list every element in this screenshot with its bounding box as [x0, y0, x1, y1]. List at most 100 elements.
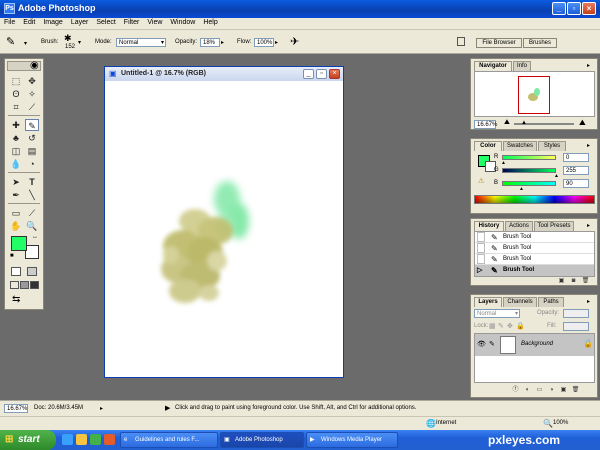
- add-mask-icon[interactable]: ◐: [523, 387, 532, 394]
- b-slider-thumb[interactable]: ▲: [519, 186, 524, 192]
- delete-layer-icon[interactable]: 🗑: [571, 387, 580, 394]
- history-item[interactable]: ✎ Brush Tool: [475, 232, 594, 243]
- jump-to-imageready-icon[interactable]: ⇆: [12, 294, 20, 305]
- history-tab[interactable]: History: [474, 221, 504, 231]
- eye-visibility-icon[interactable]: 👁: [477, 340, 486, 348]
- zoom-in-icon[interactable]: ⛰: [579, 118, 586, 128]
- type-tool-icon[interactable]: T: [25, 176, 39, 188]
- flow-field[interactable]: 100%: [254, 38, 274, 47]
- blend-mode-dropdown[interactable]: Normal ▾: [474, 309, 520, 318]
- eyedropper-tool-icon[interactable]: ⟋: [25, 207, 39, 219]
- r-field[interactable]: 0: [563, 153, 589, 162]
- document-title-bar[interactable]: ▣ Untitled-1 @ 16.7% (RGB) _ ▫ ×: [105, 67, 343, 81]
- marquee-tool-icon[interactable]: ⬚: [9, 75, 23, 87]
- menu-window[interactable]: Window: [166, 18, 199, 26]
- color-tab[interactable]: Color: [474, 141, 502, 151]
- move-tool-icon[interactable]: ✥: [25, 75, 39, 87]
- lock-pixels-icon[interactable]: ✎: [498, 322, 504, 330]
- r-slider[interactable]: [502, 155, 556, 160]
- quick-mask-mode-icon[interactable]: [27, 267, 37, 276]
- line-tool-icon[interactable]: ╲: [25, 189, 39, 201]
- add-layer-style-icon[interactable]: ⓕ: [511, 387, 520, 394]
- actions-tab[interactable]: Actions: [505, 221, 533, 231]
- panel-menu-icon[interactable]: ▸: [587, 142, 590, 149]
- maximize-button[interactable]: ▫: [567, 2, 581, 15]
- lock-all-icon[interactable]: 🔒: [516, 322, 525, 330]
- brushes-tab[interactable]: Brushes: [523, 38, 557, 48]
- history-item[interactable]: ✎ Brush Tool: [475, 254, 594, 265]
- menu-edit[interactable]: Edit: [19, 18, 39, 26]
- menu-help[interactable]: Help: [199, 18, 221, 26]
- path-selection-tool-icon[interactable]: ➤: [9, 176, 23, 188]
- zoom-slider-thumb[interactable]: ▲: [521, 120, 527, 126]
- zoom-tool-icon[interactable]: 🔍: [25, 220, 39, 232]
- menu-select[interactable]: Select: [92, 18, 119, 26]
- menu-layer[interactable]: Layer: [67, 18, 93, 26]
- menu-view[interactable]: View: [143, 18, 166, 26]
- menu-file[interactable]: File: [0, 18, 19, 26]
- background-color-swatch[interactable]: [25, 245, 39, 259]
- r-slider-thumb[interactable]: ▲: [501, 160, 506, 166]
- zoom-out-icon[interactable]: ⛰: [504, 119, 510, 127]
- eraser-tool-icon[interactable]: ◫: [9, 145, 23, 157]
- foreground-color-swatch[interactable]: [11, 236, 27, 251]
- status-zoom-field[interactable]: 16.67%: [4, 404, 28, 413]
- flow-arrow-icon[interactable]: ▸: [275, 39, 278, 46]
- toolbox-header[interactable]: ◉: [7, 60, 41, 71]
- browser-zoom-icon[interactable]: 🔍: [543, 419, 553, 428]
- lock-position-icon[interactable]: ✥: [507, 322, 513, 330]
- taskbar-item-photoshop[interactable]: ▣ Adobe Photoshop: [220, 432, 304, 448]
- lock-transparency-icon[interactable]: ▦: [489, 322, 496, 330]
- standard-screen-mode-icon[interactable]: [10, 281, 19, 289]
- new-layer-icon[interactable]: ▣: [559, 387, 568, 394]
- blur-tool-icon[interactable]: 💧: [9, 158, 23, 170]
- magic-wand-tool-icon[interactable]: ✧: [25, 88, 39, 100]
- default-colors-icon[interactable]: ■: [10, 253, 14, 259]
- history-item-current[interactable]: ▷ ✎ Brush Tool: [475, 265, 594, 276]
- panel-menu-icon[interactable]: ▸: [587, 222, 590, 229]
- delete-state-icon[interactable]: 🗑: [581, 278, 590, 285]
- document-close-button[interactable]: ×: [329, 69, 340, 79]
- b-field[interactable]: 90: [563, 179, 589, 188]
- gamut-warning-icon[interactable]: ⚠: [478, 177, 484, 185]
- status-menu-arrow-icon[interactable]: ▸: [100, 405, 103, 412]
- full-screen-menu-mode-icon[interactable]: [20, 281, 29, 289]
- browser-zoom-label[interactable]: 100%: [553, 420, 568, 426]
- gradient-tool-icon[interactable]: ▤: [25, 145, 39, 157]
- history-source-box[interactable]: [477, 243, 485, 253]
- new-snapshot-icon[interactable]: ◙: [569, 278, 578, 285]
- dodge-tool-icon[interactable]: ◔: [25, 158, 39, 170]
- taskbar-item-guidelines[interactable]: e Guidelines and rules F...: [120, 432, 218, 448]
- menu-filter[interactable]: Filter: [120, 18, 144, 26]
- app-quicklaunch-icon[interactable]: [104, 434, 115, 445]
- layers-tab[interactable]: Layers: [474, 297, 502, 307]
- history-source-box[interactable]: [477, 232, 485, 242]
- adobe-online-icon[interactable]: ◉: [30, 60, 39, 71]
- navigator-view-box[interactable]: [518, 76, 550, 114]
- close-button[interactable]: ×: [582, 2, 596, 15]
- layer-row[interactable]: 👁 ✎ Background 🔒: [475, 334, 594, 356]
- panel-menu-icon[interactable]: ▸: [587, 62, 590, 69]
- standard-mode-icon[interactable]: [11, 267, 21, 276]
- document-minimize-button[interactable]: _: [303, 69, 314, 79]
- taskbar-item-media-player[interactable]: ▶ Windows Media Player: [306, 432, 398, 448]
- full-screen-mode-icon[interactable]: [30, 281, 39, 289]
- airbrush-icon[interactable]: ✈: [290, 35, 299, 48]
- pen-tool-icon[interactable]: ✒: [9, 189, 23, 201]
- document-maximize-button[interactable]: ▫: [316, 69, 327, 79]
- brush-tool-icon[interactable]: ✎: [25, 119, 39, 131]
- tool-presets-tab[interactable]: Tool Presets: [534, 221, 574, 231]
- file-browser-tab[interactable]: File Browser: [476, 38, 522, 48]
- history-brush-tool-icon[interactable]: ↺: [25, 132, 39, 144]
- menu-image[interactable]: Image: [39, 18, 66, 26]
- styles-tab[interactable]: Styles: [538, 141, 566, 151]
- color-spectrum-ramp[interactable]: [474, 195, 595, 204]
- history-source-box[interactable]: [477, 254, 485, 264]
- media-quicklaunch-icon[interactable]: [90, 434, 101, 445]
- brush-preview-icon[interactable]: ✱: [64, 33, 72, 44]
- new-document-from-state-icon[interactable]: ▣: [557, 278, 566, 285]
- mode-dropdown[interactable]: Normal ▾: [116, 38, 166, 47]
- channels-tab[interactable]: Channels: [503, 297, 537, 307]
- adjustment-layer-icon[interactable]: ◑: [547, 387, 556, 394]
- clone-stamp-tool-icon[interactable]: ♣: [9, 132, 23, 144]
